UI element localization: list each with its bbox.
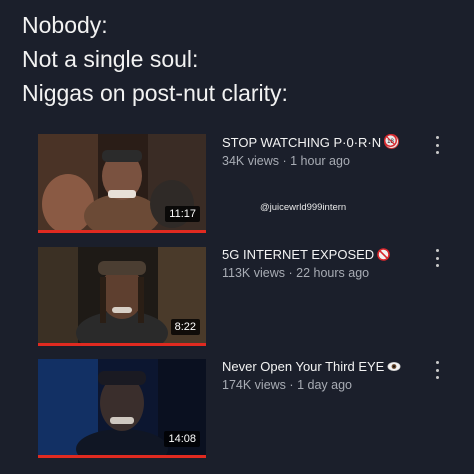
dot-separator: · <box>289 378 294 392</box>
watch-progress-fill <box>38 343 206 346</box>
more-options-icon[interactable] <box>430 361 444 379</box>
video-duration: 14:08 <box>164 431 200 447</box>
video-title-text[interactable]: 5G INTERNET EXPOSED <box>222 247 374 262</box>
upload-age: 1 hour ago <box>290 154 350 168</box>
watch-progress-bar <box>38 230 206 233</box>
prohibited-icon <box>377 248 390 261</box>
watermark: @juicewrld999intern <box>260 202 347 213</box>
dot-separator: · <box>282 154 287 168</box>
18-no-icon: 18 <box>384 134 400 149</box>
video-title-text[interactable]: Never Open Your Third EYE <box>222 359 384 374</box>
upload-age: 1 day ago <box>297 378 352 392</box>
video-duration: 11:17 <box>165 206 200 222</box>
more-options-icon[interactable] <box>430 136 444 154</box>
video-thumbnail[interactable]: 11:17 <box>38 134 206 230</box>
eye-icon <box>387 360 401 373</box>
video-title-text[interactable]: STOP WATCHING P·0·R·N <box>222 135 381 150</box>
view-count: 174K views <box>222 378 286 392</box>
video-title[interactable]: STOP WATCHING P·0·R·N 18 <box>222 134 422 151</box>
caption-line-1: Nobody: <box>22 12 108 38</box>
watch-progress-bar <box>38 343 206 346</box>
caption-line-2: Not a single soul: <box>22 46 199 72</box>
video-item[interactable]: 8:22 5G INTERNET EXPOSED 113K views · 22… <box>38 247 458 355</box>
video-item[interactable]: 11:17 STOP WATCHING P·0·R·N 18 34K views… <box>38 134 458 242</box>
video-stats: 34K views · 1 hour ago <box>222 154 422 168</box>
video-thumbnail[interactable]: 8:22 <box>38 247 206 343</box>
video-stats: 113K views · 22 hours ago <box>222 266 422 280</box>
video-duration: 8:22 <box>170 319 200 335</box>
video-item[interactable]: 14:08 Never Open Your Third EYE 174K vie… <box>38 359 458 467</box>
video-thumbnail[interactable]: 14:08 <box>38 359 206 455</box>
more-options-icon[interactable] <box>430 249 444 267</box>
view-count: 34K views <box>222 154 279 168</box>
video-title[interactable]: Never Open Your Third EYE <box>222 359 422 375</box>
dot-separator: · <box>288 266 293 280</box>
video-title[interactable]: 5G INTERNET EXPOSED <box>222 247 422 263</box>
video-meta: STOP WATCHING P·0·R·N 18 34K views · 1 h… <box>222 134 422 168</box>
caption-line-3: Niggas on post-nut clarity: <box>22 80 288 106</box>
meme-caption: Nobody: Not a single soul: Niggas on pos… <box>22 8 288 110</box>
video-meta: 5G INTERNET EXPOSED 113K views · 22 hour… <box>222 247 422 280</box>
watch-progress-bar <box>38 455 206 458</box>
view-count: 113K views <box>222 266 285 280</box>
watch-progress-fill <box>38 230 206 233</box>
upload-age: 22 hours ago <box>296 266 370 280</box>
video-stats: 174K views · 1 day ago <box>222 378 422 392</box>
watch-progress-fill <box>38 455 206 458</box>
video-meta: Never Open Your Third EYE 174K views · 1… <box>222 359 422 392</box>
